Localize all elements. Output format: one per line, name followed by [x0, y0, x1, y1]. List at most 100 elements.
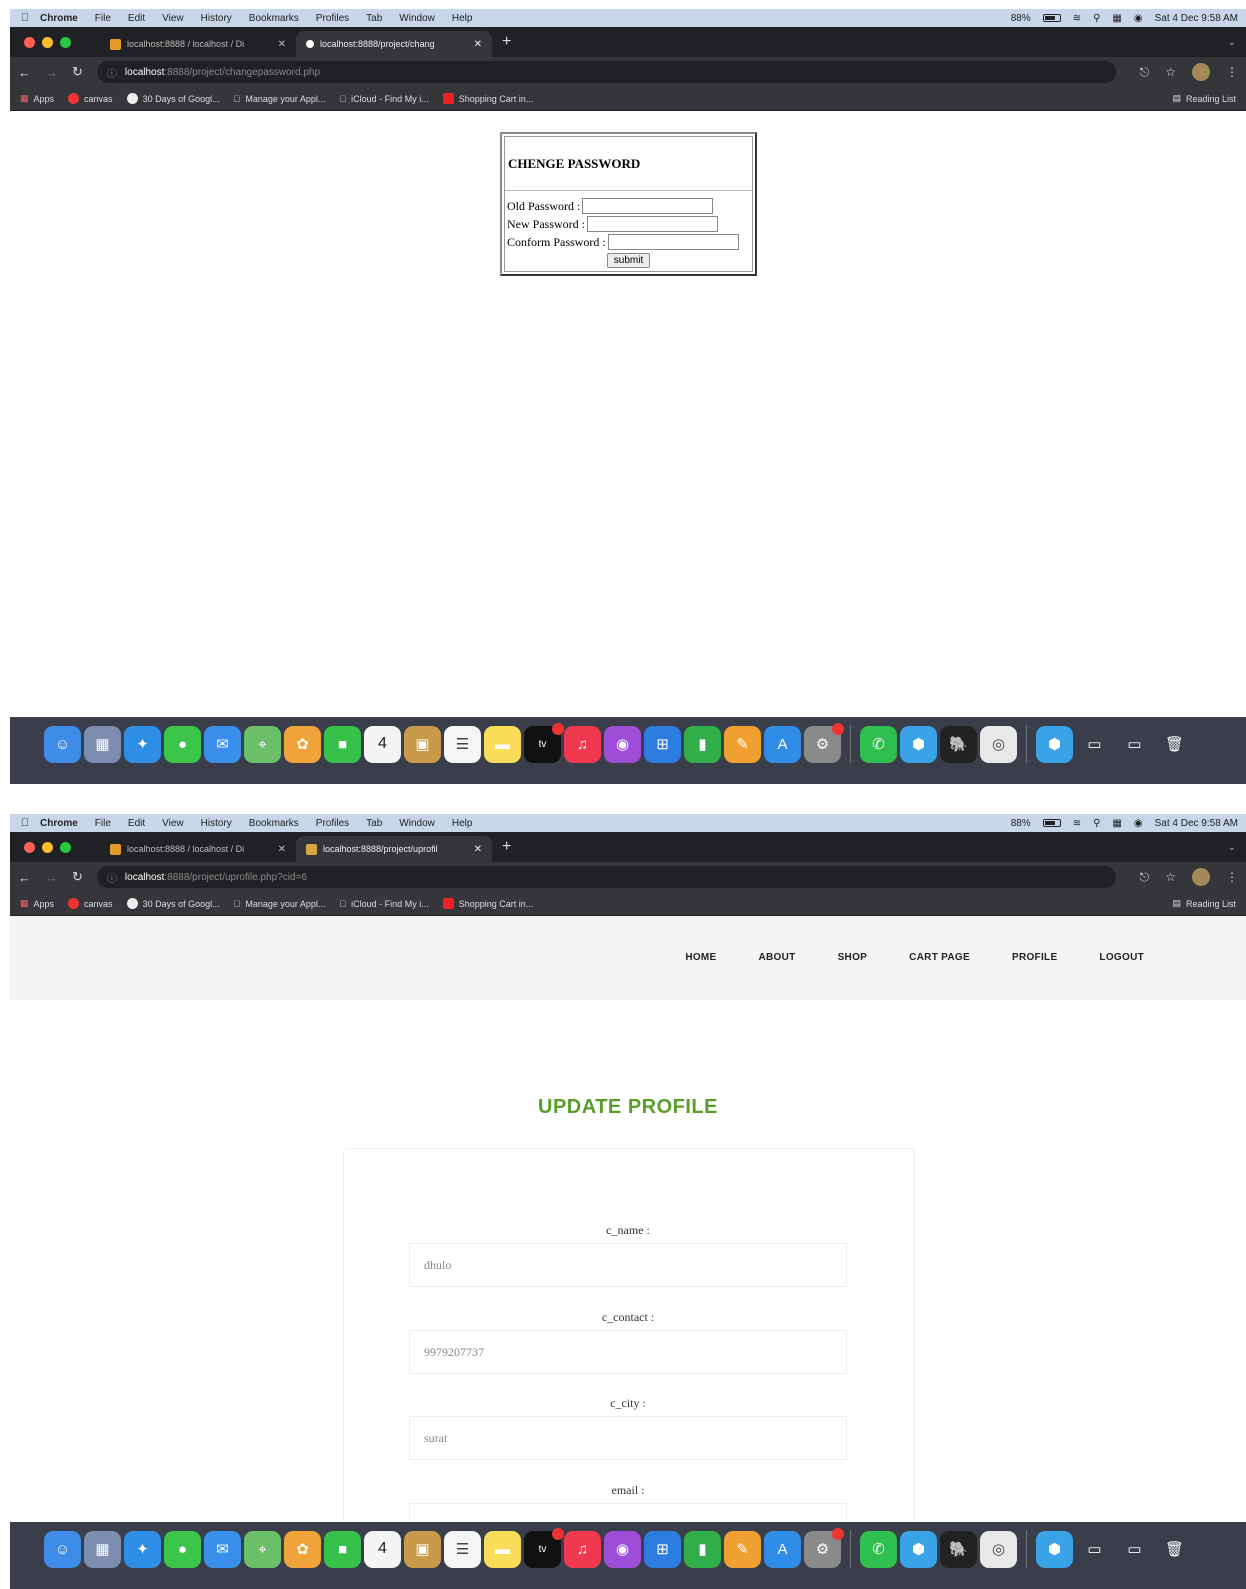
bookmark-apps[interactable]: ▦ Apps: [20, 93, 54, 104]
menu-history[interactable]: History: [201, 13, 232, 24]
address-bar[interactable]: ⓘ localhost:8888/project/changepassword.…: [96, 61, 1116, 83]
contacts-icon[interactable]: ▣: [404, 725, 441, 763]
wifi-icon[interactable]: ≋: [1073, 13, 1081, 24]
close-tab-icon[interactable]: ✕: [278, 844, 286, 855]
contacts-icon[interactable]: ▣: [404, 1530, 441, 1568]
c-city-input[interactable]: [409, 1416, 847, 1460]
menu-history[interactable]: History: [201, 818, 232, 829]
new-tab-button[interactable]: +: [492, 838, 511, 856]
menu-bookmarks[interactable]: Bookmarks: [249, 13, 299, 24]
apple-icon[interactable]: : [10, 12, 40, 24]
back-arrow-icon[interactable]: ←: [18, 870, 31, 885]
close-tab-icon[interactable]: ✕: [474, 844, 482, 855]
tab-search-chevron-icon[interactable]: ⌄: [1228, 842, 1246, 853]
email-input[interactable]: [409, 1503, 847, 1522]
close-tab-icon[interactable]: ✕: [278, 39, 286, 50]
keynote-icon[interactable]: ⊞: [644, 1530, 681, 1568]
new-password-input[interactable]: [587, 216, 718, 232]
pages-icon[interactable]: ✎: [724, 1530, 761, 1568]
menu-window[interactable]: Window: [399, 13, 435, 24]
finder-icon[interactable]: ☺: [44, 1530, 81, 1568]
appstore-icon[interactable]: A: [764, 725, 801, 763]
box2-icon[interactable]: ⬢: [1036, 1530, 1073, 1568]
siri-icon[interactable]: ◉: [1134, 818, 1143, 829]
zoom-window-button[interactable]: [60, 36, 71, 48]
profile-avatar[interactable]: [1192, 63, 1210, 81]
minimize-window-button[interactable]: [42, 36, 53, 48]
bookmark-apple[interactable]: Manage your Appl...: [234, 94, 326, 104]
address-bar[interactable]: ⓘ localhost:8888/project/uprofile.php?ci…: [96, 866, 1116, 888]
mail-icon[interactable]: ✉: [204, 725, 241, 763]
share-icon[interactable]: ⎋: [1140, 65, 1150, 80]
launchpad-icon[interactable]: ▦: [84, 725, 121, 763]
control-center-icon[interactable]: ▦: [1112, 818, 1121, 829]
messages-icon[interactable]: ●: [164, 725, 201, 763]
facetime-icon[interactable]: ■: [324, 1530, 361, 1568]
reminders-icon[interactable]: ☰: [444, 1530, 481, 1568]
photos-icon[interactable]: ✿: [284, 725, 321, 763]
mamp-icon[interactable]: 🐘: [940, 725, 977, 763]
more-menu-icon[interactable]: ⋮: [1226, 870, 1238, 884]
keynote-icon[interactable]: ⊞: [644, 725, 681, 763]
menu-edit[interactable]: Edit: [128, 818, 145, 829]
bookmark-shopping-cart[interactable]: Shopping Cart in...: [442, 93, 533, 104]
nav-cart-page[interactable]: CART PAGE: [909, 952, 970, 963]
browser-tab-active[interactable]: localhost:8888/project/uprofil ✕: [296, 836, 492, 862]
c-name-input[interactable]: [409, 1243, 847, 1287]
chrome-icon[interactable]: ◎: [980, 1530, 1017, 1568]
confirm-password-input[interactable]: [607, 234, 739, 250]
system-preferences-icon[interactable]: ⚙: [804, 1527, 844, 1568]
browser-tab-phpmyadmin[interactable]: localhost:8888 / localhost / Di ✕: [100, 836, 296, 862]
appletv-icon[interactable]: tv: [524, 722, 564, 763]
tab-search-chevron-icon[interactable]: ⌄: [1228, 37, 1246, 48]
safari-icon[interactable]: ✦: [124, 725, 161, 763]
calendar-icon[interactable]: 4: [364, 725, 401, 763]
menu-profiles[interactable]: Profiles: [316, 818, 349, 829]
reminders-icon[interactable]: ☰: [444, 725, 481, 763]
maps-icon[interactable]: ⌖: [244, 1530, 281, 1568]
menu-window[interactable]: Window: [399, 818, 435, 829]
podcasts-icon[interactable]: ◉: [604, 1530, 641, 1568]
appstore-icon[interactable]: A: [764, 1530, 801, 1568]
menu-tab[interactable]: Tab: [366, 818, 382, 829]
apple-icon[interactable]: : [10, 817, 40, 829]
site-info-icon[interactable]: ⓘ: [107, 65, 117, 80]
close-tab-icon[interactable]: ✕: [474, 39, 482, 50]
nav-shop[interactable]: SHOP: [838, 952, 868, 963]
profile-avatar[interactable]: [1192, 868, 1210, 886]
trash-icon[interactable]: 🗑: [1156, 1531, 1193, 1568]
old-password-input[interactable]: [582, 198, 714, 214]
chrome-icon[interactable]: ◎: [980, 725, 1017, 763]
menu-profiles[interactable]: Profiles: [316, 13, 349, 24]
reading-list-button[interactable]: ▤ Reading List: [1172, 898, 1236, 909]
minimize-window-button[interactable]: [42, 841, 53, 853]
spotlight-search-icon[interactable]: ⚲: [1093, 818, 1100, 829]
trash-icon[interactable]: 🗑: [1156, 726, 1193, 763]
calendar-icon[interactable]: 4: [364, 1530, 401, 1568]
bookmark-apps[interactable]: ▦ Apps: [20, 898, 54, 909]
menu-view[interactable]: View: [162, 818, 184, 829]
bookmark-canvas[interactable]: canvas: [68, 93, 113, 104]
system-preferences-icon[interactable]: ⚙: [804, 722, 844, 763]
nav-about[interactable]: ABOUT: [759, 952, 796, 963]
whatsapp-icon[interactable]: ✆: [860, 1530, 897, 1568]
battery-icon[interactable]: [1042, 819, 1061, 827]
menu-app-name[interactable]: Chrome: [40, 13, 78, 24]
submit-button[interactable]: submit: [606, 253, 651, 268]
siri-icon[interactable]: ◉: [1134, 13, 1143, 24]
menu-clock[interactable]: Sat 4 Dec 9:58 AM: [1155, 13, 1238, 24]
menu-tab[interactable]: Tab: [366, 13, 382, 24]
bookmark-google[interactable]: 30 Days of Googl...: [126, 93, 220, 104]
share-icon[interactable]: ⎋: [1140, 870, 1150, 885]
spotlight-search-icon[interactable]: ⚲: [1093, 13, 1100, 24]
box2-icon[interactable]: ⬢: [1036, 725, 1073, 763]
whatsapp-icon[interactable]: ✆: [860, 725, 897, 763]
window2-icon[interactable]: ▭: [1116, 726, 1153, 763]
reading-list-button[interactable]: ▤ Reading List: [1172, 93, 1236, 104]
mamp-icon[interactable]: 🐘: [940, 1530, 977, 1568]
menu-help[interactable]: Help: [452, 818, 473, 829]
window-icon[interactable]: ▭: [1076, 726, 1113, 763]
nav-logout[interactable]: LOGOUT: [1099, 952, 1144, 963]
close-window-button[interactable]: [24, 36, 35, 48]
browser-tab-phpmyadmin[interactable]: localhost:8888 / localhost / Di ✕: [100, 31, 296, 57]
